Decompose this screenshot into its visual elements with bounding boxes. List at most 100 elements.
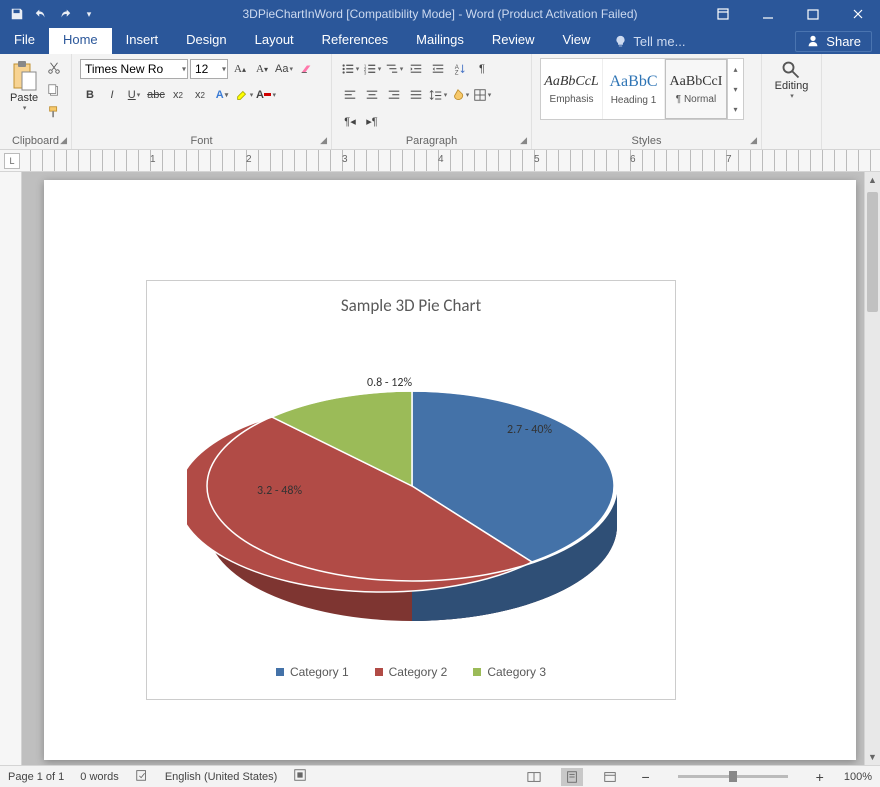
zoom-out-button[interactable]: − — [637, 769, 653, 785]
group-font: ▾ ▾ A▴ A▾ Aa▾ B I U▾ abc x2 x2 A▾ ▾ — [72, 54, 332, 149]
font-size-combo[interactable]: ▾ — [190, 59, 228, 79]
change-case-icon[interactable]: Aa▾ — [274, 59, 294, 79]
legend-item-2: Category 2 — [375, 665, 448, 679]
bullets-icon[interactable]: ▾ — [340, 59, 360, 79]
scrollbar-thumb[interactable] — [867, 192, 878, 312]
zoom-slider[interactable] — [678, 775, 788, 778]
tab-insert[interactable]: Insert — [112, 28, 173, 54]
word-count[interactable]: 0 words — [80, 771, 119, 783]
minimize-icon[interactable] — [745, 0, 790, 28]
paragraph-launcher-icon[interactable]: ◢ — [520, 135, 527, 146]
show-marks-icon[interactable]: ¶ — [472, 59, 492, 79]
tab-view[interactable]: View — [548, 28, 604, 54]
print-layout-icon[interactable] — [561, 768, 583, 786]
maximize-icon[interactable] — [790, 0, 835, 28]
style-heading-1[interactable]: AaBbC Heading 1 — [603, 59, 665, 119]
sort-icon[interactable]: AZ — [450, 59, 470, 79]
align-right-icon[interactable] — [384, 85, 404, 105]
font-launcher-icon[interactable]: ◢ — [320, 135, 327, 146]
tab-mailings[interactable]: Mailings — [402, 28, 478, 54]
close-icon[interactable] — [835, 0, 880, 28]
slice-label-3: 0.8 - 12% — [367, 376, 412, 390]
copy-icon[interactable] — [44, 80, 64, 100]
tab-design[interactable]: Design — [172, 28, 240, 54]
tab-layout[interactable]: Layout — [241, 28, 308, 54]
grow-font-icon[interactable]: A▴ — [230, 59, 250, 79]
scroll-down-icon[interactable]: ▼ — [865, 749, 880, 765]
horizontal-ruler[interactable]: L 1 2 3 4 5 6 7 — [0, 150, 880, 172]
shrink-font-icon[interactable]: A▾ — [252, 59, 272, 79]
superscript-icon[interactable]: x2 — [190, 85, 210, 105]
font-name-combo[interactable]: ▾ — [80, 59, 188, 79]
align-left-icon[interactable] — [340, 85, 360, 105]
subscript-icon[interactable]: x2 — [168, 85, 188, 105]
undo-icon[interactable] — [30, 3, 52, 25]
vertical-scrollbar[interactable]: ▲ ▼ — [864, 172, 880, 765]
share-button[interactable]: Share — [795, 31, 872, 52]
quick-access-toolbar: ▾ — [0, 3, 100, 25]
styles-gallery-expand[interactable]: ▴▾▾ — [727, 59, 743, 119]
font-color-icon[interactable]: A▾ — [256, 85, 276, 105]
paste-icon — [10, 60, 38, 92]
group-label-editing — [770, 133, 813, 147]
text-effects-icon[interactable]: A▾ — [212, 85, 232, 105]
clipboard-launcher-icon[interactable]: ◢ — [60, 135, 67, 146]
document-page[interactable]: Sample 3D Pie Chart — [44, 180, 856, 760]
increase-indent-icon[interactable] — [428, 59, 448, 79]
editing-button[interactable]: Editing ▾ — [773, 58, 811, 102]
tab-review[interactable]: Review — [478, 28, 549, 54]
read-mode-icon[interactable] — [523, 768, 545, 786]
tell-me-search[interactable]: Tell me... — [604, 28, 695, 54]
line-spacing-icon[interactable]: ▾ — [428, 85, 448, 105]
share-icon — [806, 34, 820, 48]
tab-file[interactable]: File — [0, 28, 49, 54]
tab-home[interactable]: Home — [49, 28, 112, 54]
clear-formatting-icon[interactable] — [296, 59, 316, 79]
multilevel-list-icon[interactable]: ▾ — [384, 59, 404, 79]
legend-item-1: Category 1 — [276, 665, 349, 679]
style-emphasis[interactable]: AaBbCcL Emphasis — [541, 59, 603, 119]
vertical-ruler[interactable] — [0, 172, 22, 765]
tab-references[interactable]: References — [308, 28, 402, 54]
styles-launcher-icon[interactable]: ◢ — [750, 135, 757, 146]
justify-icon[interactable] — [406, 85, 426, 105]
align-center-icon[interactable] — [362, 85, 382, 105]
bold-icon[interactable]: B — [80, 85, 100, 105]
rtl-text-direction-icon[interactable]: ▸¶ — [362, 111, 382, 131]
borders-icon[interactable]: ▾ — [472, 85, 492, 105]
chart-object[interactable]: Sample 3D Pie Chart — [146, 280, 676, 700]
italic-icon[interactable]: I — [102, 85, 122, 105]
macro-status-icon[interactable] — [293, 768, 307, 785]
highlight-icon[interactable]: ▾ — [234, 85, 254, 105]
zoom-in-button[interactable]: + — [812, 769, 828, 785]
paste-button[interactable]: Paste ▾ — [8, 58, 40, 114]
svg-text:Z: Z — [455, 69, 459, 76]
zoom-slider-knob[interactable] — [729, 771, 737, 782]
shading-icon[interactable]: ▾ — [450, 85, 470, 105]
ltr-text-direction-icon[interactable]: ¶◂ — [340, 111, 360, 131]
language-indicator[interactable]: English (United States) — [165, 771, 278, 783]
ribbon-display-icon[interactable] — [700, 0, 745, 28]
web-layout-icon[interactable] — [599, 768, 621, 786]
chart-title: Sample 3D Pie Chart — [147, 281, 675, 316]
tab-selector[interactable]: L — [4, 153, 20, 169]
find-icon — [781, 60, 801, 80]
title-bar: ▾ 3DPieChartInWord [Compatibility Mode] … — [0, 0, 880, 28]
redo-icon[interactable] — [54, 3, 76, 25]
numbering-icon[interactable]: 123▾ — [362, 59, 382, 79]
strikethrough-icon[interactable]: abc — [146, 85, 166, 105]
group-clipboard: Paste ▾ Clipboard◢ — [0, 54, 72, 149]
cut-icon[interactable] — [44, 58, 64, 78]
spell-check-status[interactable] — [135, 768, 149, 785]
decrease-indent-icon[interactable] — [406, 59, 426, 79]
save-icon[interactable] — [6, 3, 28, 25]
underline-icon[interactable]: U▾ — [124, 85, 144, 105]
page-indicator[interactable]: Page 1 of 1 — [8, 771, 64, 783]
format-painter-icon[interactable] — [44, 102, 64, 122]
group-label-paragraph: Paragraph◢ — [340, 133, 523, 147]
styles-gallery[interactable]: AaBbCcL Emphasis AaBbC Heading 1 AaBbCcI… — [540, 58, 744, 120]
style-normal[interactable]: AaBbCcI ¶ Normal — [665, 59, 727, 119]
qat-customize-icon[interactable]: ▾ — [78, 3, 100, 25]
zoom-level[interactable]: 100% — [844, 771, 872, 783]
scroll-up-icon[interactable]: ▲ — [865, 172, 880, 188]
